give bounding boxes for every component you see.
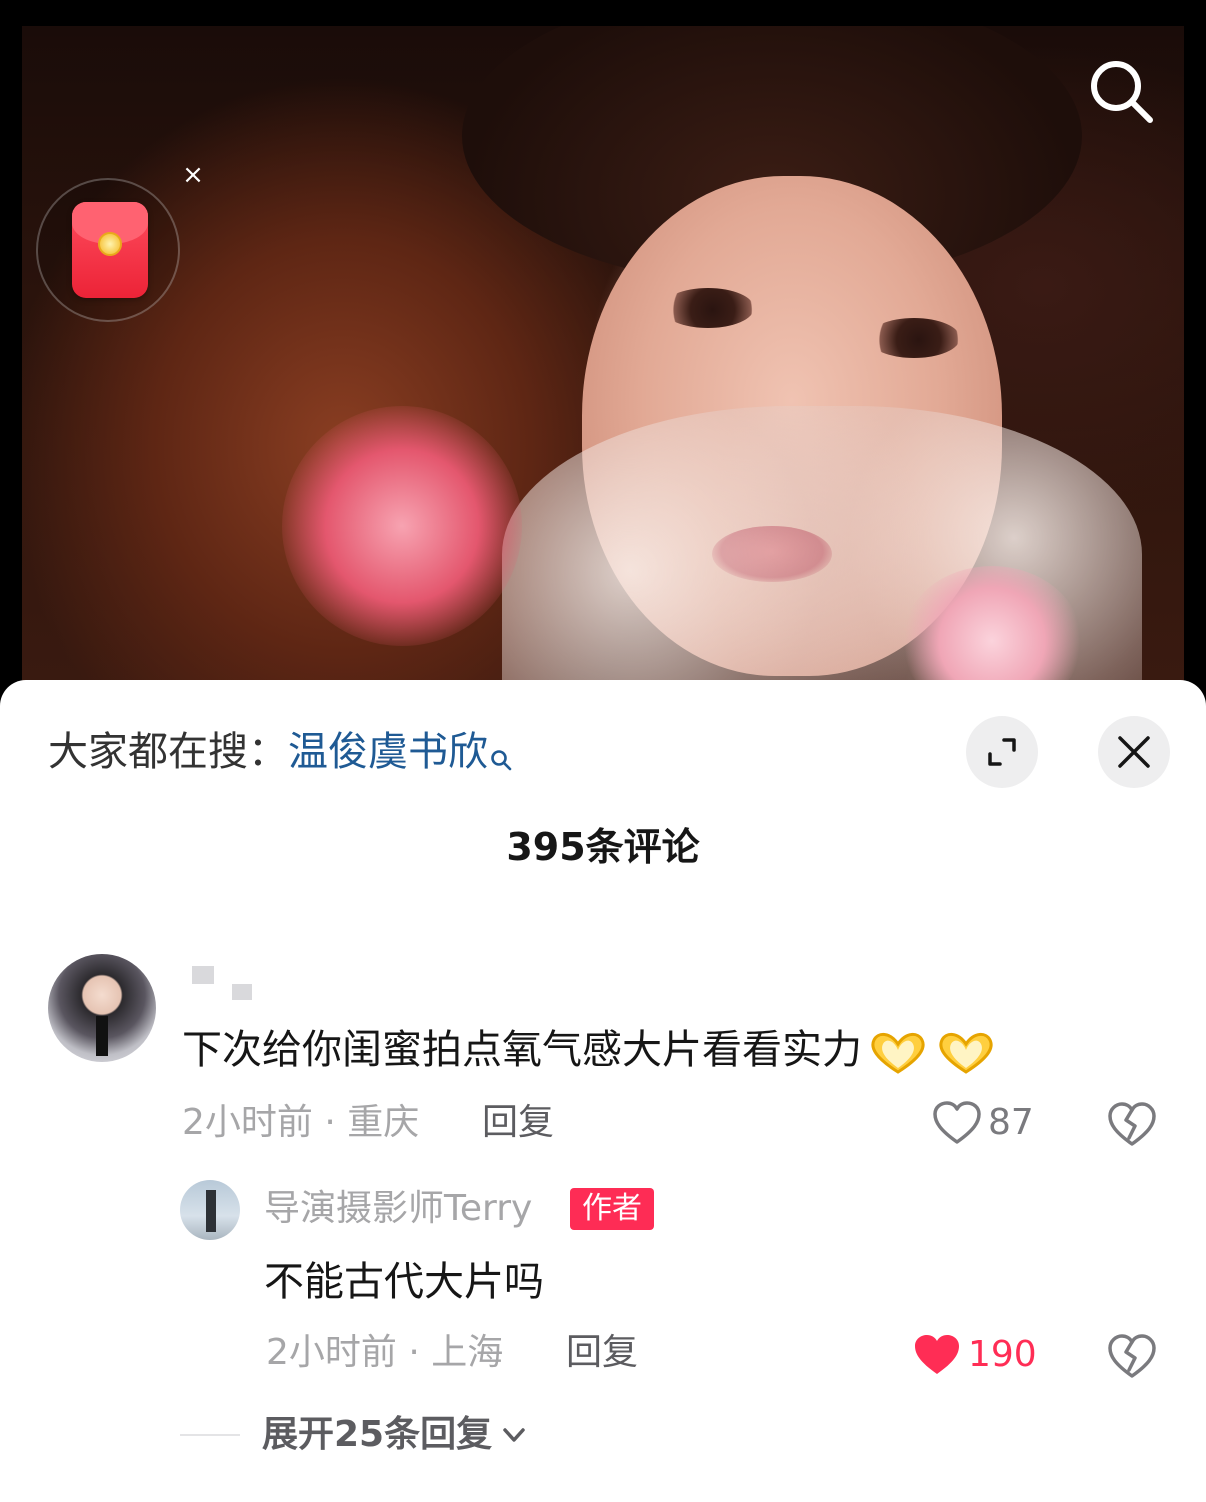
broken-heart-icon [1108, 1334, 1156, 1378]
search-icon [1091, 61, 1153, 123]
broken-heart-icon [1108, 1102, 1156, 1146]
expand-sheet-button[interactable] [966, 716, 1038, 788]
avatar-traffic-light [206, 1190, 216, 1232]
avatar-tie [96, 1016, 108, 1056]
expand-icon [988, 738, 1016, 766]
comment-text[interactable]: 下次给你闺蜜拍点氧气感大片看看实力 [182, 1022, 998, 1078]
avatar[interactable] [48, 954, 156, 1062]
dislike-button[interactable] [1106, 1330, 1158, 1382]
like-button[interactable]: 190 [912, 1326, 1037, 1382]
dislike-button[interactable] [1106, 1098, 1158, 1150]
heart-hands-emoji-icon [871, 1033, 925, 1074]
comment-time-location: 2小时前 · 重庆 [182, 1102, 420, 1143]
hot-search-bar[interactable]: 大家都在搜：温俊虞书欣 [48, 724, 512, 786]
reply-text[interactable]: 不能古代大片吗 [264, 1254, 544, 1310]
like-button[interactable]: 87 [932, 1094, 1034, 1150]
comment-text-content: 下次给你闺蜜拍点氧气感大片看看实力 [182, 1027, 862, 1073]
close-sheet-button[interactable] [1098, 716, 1170, 788]
chevron-down-icon [503, 1428, 525, 1442]
reply-button[interactable]: 回复 [482, 1098, 554, 1148]
like-count: 190 [968, 1334, 1037, 1375]
search-button[interactable] [1086, 56, 1156, 126]
expand-replies-button[interactable]: 展开25条回复 [180, 1410, 528, 1460]
hot-search-term[interactable]: 温俊虞书欣 [288, 729, 488, 775]
author-badge: 作者 [570, 1188, 654, 1230]
video-content-eye-left [662, 288, 754, 328]
divider [180, 1434, 240, 1436]
comment-sheet: 大家都在搜：温俊虞书欣 395条评论 下次给你闺蜜拍点氧气感大片看看实力 2小时… [0, 680, 1206, 1502]
comment-count-title: 395条评论 [506, 825, 700, 869]
video-frame[interactable] [22, 26, 1184, 700]
heart-outline-icon [933, 1101, 981, 1144]
username-redacted-block [232, 984, 252, 1000]
heart-hands-emoji-icon [939, 1033, 993, 1074]
search-icon [490, 730, 512, 786]
reply-username[interactable]: 导演摄影师Terry [264, 1184, 532, 1234]
reply-time-location: 2小时前 · 上海 [266, 1332, 504, 1373]
reply-button[interactable]: 回复 [566, 1328, 638, 1378]
hot-search-prefix: 大家都在搜： [48, 729, 288, 775]
video-player[interactable]: × [0, 0, 1206, 700]
close-icon [1118, 736, 1150, 768]
heart-filled-icon [915, 1335, 959, 1374]
red-packet-close-button[interactable]: × [178, 160, 208, 190]
username-redacted[interactable] [186, 960, 266, 1000]
red-packet-coin [98, 232, 122, 256]
video-content-eye-right [868, 318, 960, 358]
red-packet-button[interactable] [36, 178, 180, 322]
username-redacted-block [192, 966, 214, 984]
like-count: 87 [988, 1102, 1034, 1143]
red-packet-icon [72, 202, 148, 298]
expand-replies-label: 展开25条回复 [262, 1414, 493, 1455]
reply-avatar[interactable] [180, 1180, 240, 1240]
video-content-flower [282, 406, 522, 646]
